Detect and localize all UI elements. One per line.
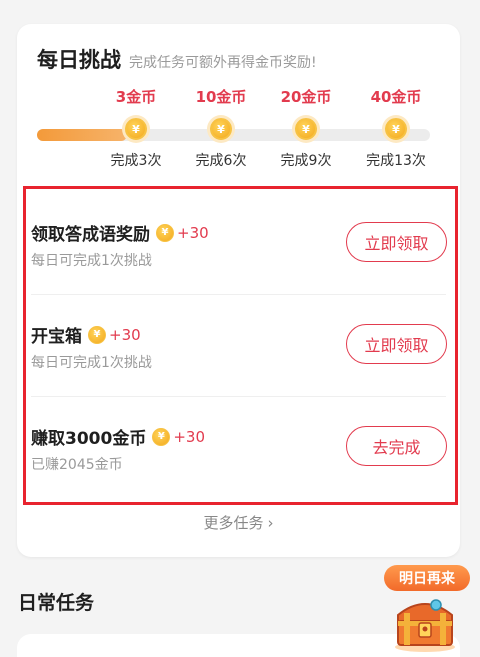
milestone-label: 完成9次 (280, 153, 332, 169)
card-title: 每日挑战 (37, 48, 121, 72)
highlight-box (23, 186, 458, 505)
milestone-reward: 3金币 (115, 88, 157, 106)
milestone-reward: 40金币 (370, 88, 422, 106)
coin-icon: ¥ (210, 118, 232, 140)
treasure-chest-widget[interactable]: 明日再来 (380, 565, 470, 655)
milestone-progress: 3金币 ¥ 完成3次 10金币 ¥ 完成6次 20金币 ¥ 完成9次 40金币 … (17, 86, 460, 186)
section-title: 日常任务 (18, 592, 95, 614)
more-tasks-link[interactable]: 更多任务 › (17, 512, 460, 533)
milestone-2: 10金币 ¥ 完成6次 (181, 86, 261, 170)
chevron-right-icon: › (267, 514, 274, 532)
milestone-3: 20金币 ¥ 完成9次 (266, 86, 346, 170)
card-subtitle: 完成任务可额外再得金币奖励! (129, 55, 317, 71)
coin-icon: ¥ (295, 118, 317, 140)
tomorrow-badge: 明日再来 (384, 565, 470, 591)
more-tasks-label: 更多任务 (203, 514, 264, 532)
card-header: 每日挑战 完成任务可额外再得金币奖励! (37, 44, 317, 74)
milestone-label: 完成13次 (366, 153, 426, 169)
milestone-1: 3金币 ¥ 完成3次 (96, 86, 176, 170)
coin-icon: ¥ (125, 118, 147, 140)
milestone-4: 40金币 ¥ 完成13次 (356, 86, 436, 170)
treasure-chest-icon (395, 599, 455, 652)
milestone-label: 完成6次 (195, 153, 247, 169)
daily-challenge-card: 每日挑战 完成任务可额外再得金币奖励! 3金币 ¥ 完成3次 10金币 ¥ 完成… (17, 24, 460, 557)
coin-icon: ¥ (385, 118, 407, 140)
milestone-reward: 20金币 (280, 88, 332, 106)
milestone-reward: 10金币 (195, 88, 247, 106)
milestone-label: 完成3次 (110, 153, 162, 169)
